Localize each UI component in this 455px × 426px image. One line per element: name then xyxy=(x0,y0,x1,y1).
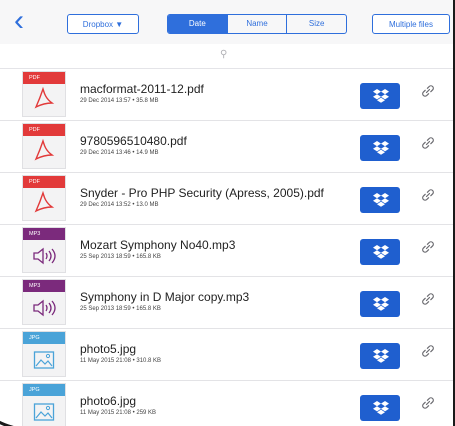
link-icon xyxy=(422,293,434,305)
chevron-left-icon: ‹ xyxy=(14,4,24,37)
dropbox-dropdown-label: Dropbox ▼ xyxy=(82,20,124,29)
link-icon xyxy=(422,189,434,201)
link-button[interactable] xyxy=(418,83,438,103)
link-icon xyxy=(422,137,434,149)
app-window: ‹ Dropbox ▼ Date Name Size Multiple file… xyxy=(0,0,455,426)
file-thumbnail: MP3 xyxy=(22,227,66,273)
file-row[interactable]: MP3 Symphony in D Major copy.mp3 25 Sep 20… xyxy=(0,277,455,329)
file-meta: 29 Dec 2014 13:52 • 13.0 MB xyxy=(80,202,159,208)
pdf-icon xyxy=(23,84,65,116)
dropbox-icon xyxy=(373,141,389,155)
file-meta: 25 Sep 2013 18:59 • 165.8 KB xyxy=(80,306,161,312)
file-row[interactable]: MP3 Mozart Symphony No40.mp3 25 Sep 2013 1… xyxy=(0,225,455,277)
file-thumbnail: JPG xyxy=(22,331,66,377)
file-meta: 11 May 2015 21:08 • 310.8 KB xyxy=(80,358,162,364)
dropbox-button[interactable] xyxy=(360,135,400,161)
dropbox-icon xyxy=(373,297,389,311)
dropbox-button[interactable] xyxy=(360,343,400,369)
file-thumbnail: PDF xyxy=(22,123,66,169)
sort-segmented-control: Date Name Size xyxy=(167,14,347,34)
image-icon xyxy=(23,396,65,426)
file-thumbnail: PDF xyxy=(22,175,66,221)
file-thumbnail: MP3 xyxy=(22,279,66,325)
link-icon xyxy=(422,241,434,253)
file-type-badge: JPG xyxy=(23,332,65,344)
dropbox-button[interactable] xyxy=(360,239,400,265)
file-name: macformat-2011-12.pdf xyxy=(80,82,204,96)
dropbox-button[interactable] xyxy=(360,291,400,317)
dropbox-button[interactable] xyxy=(360,187,400,213)
file-name: Snyder - Pro PHP Security (Apress, 2005)… xyxy=(80,186,324,200)
file-meta: 11 May 2015 21:08 • 259 KB xyxy=(80,410,157,416)
file-row[interactable]: JPG photo5.jpg 11 May 2015 21:08 • 310.8 K… xyxy=(0,329,455,381)
file-name: photo6.jpg xyxy=(80,394,137,408)
multiple-files-label: Multiple files xyxy=(388,20,433,29)
link-icon xyxy=(422,85,434,97)
file-name: photo5.jpg xyxy=(80,342,137,356)
dropbox-button[interactable] xyxy=(360,83,400,109)
search-bar[interactable]: ⚲ xyxy=(0,44,455,69)
link-icon xyxy=(422,345,434,357)
file-thumbnail: JPG xyxy=(22,383,66,426)
file-type-badge: PDF xyxy=(23,72,65,84)
audio-icon xyxy=(23,292,65,324)
toolbar: ‹ Dropbox ▼ Date Name Size Multiple file… xyxy=(0,0,455,45)
back-button[interactable]: ‹ xyxy=(14,6,40,36)
dropbox-dropdown[interactable]: Dropbox ▼ xyxy=(67,14,139,34)
file-row[interactable]: PDF macformat-2011-12.pdf 29 Dec 2014 13:5… xyxy=(0,69,455,121)
file-name: Mozart Symphony No40.mp3 xyxy=(80,238,236,252)
file-meta: 29 Dec 2014 13:46 • 14.9 MB xyxy=(80,150,159,156)
pdf-icon xyxy=(23,136,65,168)
pdf-icon xyxy=(23,188,65,220)
file-thumbnail: PDF xyxy=(22,71,66,117)
link-button[interactable] xyxy=(418,291,438,311)
file-row[interactable]: PDF Snyder - Pro PHP Security (Apress, 20… xyxy=(0,173,455,225)
file-row[interactable]: PDF 9780596510480.pdf 29 Dec 2014 13:46 • … xyxy=(0,121,455,173)
link-button[interactable] xyxy=(418,187,438,207)
file-type-badge: JPG xyxy=(23,384,65,396)
file-type-badge: MP3 xyxy=(23,228,65,240)
link-icon xyxy=(422,397,434,409)
file-type-badge: PDF xyxy=(23,176,65,188)
file-row[interactable]: JPG photo6.jpg 11 May 2015 21:08 • 259 KB xyxy=(0,381,455,426)
link-button[interactable] xyxy=(418,135,438,155)
dropbox-icon xyxy=(373,89,389,103)
file-name: Symphony in D Major copy.mp3 xyxy=(80,290,250,304)
audio-icon xyxy=(23,240,65,272)
dropbox-icon xyxy=(373,401,389,415)
dropbox-icon xyxy=(373,193,389,207)
search-icon: ⚲ xyxy=(220,49,228,60)
file-meta: 29 Dec 2014 13:57 • 35.8 MB xyxy=(80,98,159,104)
link-button[interactable] xyxy=(418,239,438,259)
sort-date-tab[interactable]: Date xyxy=(168,15,228,33)
sort-size-tab[interactable]: Size xyxy=(287,15,346,33)
dropbox-icon xyxy=(373,245,389,259)
dropbox-icon xyxy=(373,349,389,363)
link-button[interactable] xyxy=(418,395,438,415)
file-meta: 25 Sep 2013 18:59 • 165.8 KB xyxy=(80,254,161,260)
dropbox-button[interactable] xyxy=(360,395,400,421)
image-icon xyxy=(23,344,65,376)
multiple-files-button[interactable]: Multiple files xyxy=(372,14,450,34)
file-type-badge: PDF xyxy=(23,124,65,136)
sort-name-tab[interactable]: Name xyxy=(228,15,288,33)
file-name: 9780596510480.pdf xyxy=(80,134,187,148)
file-type-badge: MP3 xyxy=(23,280,65,292)
link-button[interactable] xyxy=(418,343,438,363)
